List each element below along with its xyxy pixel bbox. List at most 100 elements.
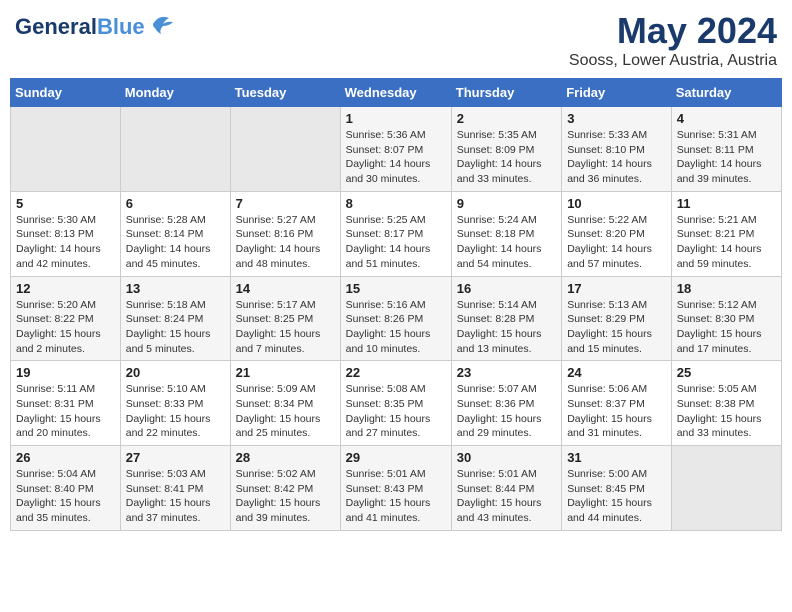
calendar-cell: 1 Sunrise: 5:36 AMSunset: 8:07 PMDaylight… — [340, 107, 451, 192]
day-info: Sunrise: 5:24 AMSunset: 8:18 PMDaylight:… — [457, 213, 556, 272]
logo-general: General — [15, 14, 97, 39]
calendar-week-2: 5Sunrise: 5:30 AMSunset: 8:13 PMDaylight… — [11, 191, 782, 276]
weekday-tuesday: Tuesday — [230, 79, 340, 107]
day-info: Sunrise: 5:36 AMSunset: 8:07 PMDaylight:… — [346, 128, 446, 187]
day-info: Sunrise: 5:21 AMSunset: 8:21 PMDaylight:… — [677, 213, 776, 272]
day-info: Sunrise: 5:27 AMSunset: 8:16 PMDaylight:… — [236, 213, 335, 272]
calendar-cell — [11, 107, 121, 192]
calendar-cell: 19 Sunrise: 5:11 AMSunset: 8:31 PMDayligh… — [11, 361, 121, 446]
logo-bird-icon — [149, 10, 177, 44]
weekday-friday: Friday — [562, 79, 672, 107]
calendar-cell: 14Sunrise: 5:17 AMSunset: 8:25 PMDayligh… — [230, 276, 340, 361]
calendar-cell: 27 Sunrise: 5:03 AMSunset: 8:41 PMDayligh… — [120, 446, 230, 531]
day-info: Sunrise: 5:18 AMSunset: 8:24 PMDaylight:… — [126, 298, 225, 357]
day-info: Sunrise: 5:05 AMSunset: 8:38 PMDaylight:… — [677, 382, 776, 441]
calendar-cell: 13Sunrise: 5:18 AMSunset: 8:24 PMDayligh… — [120, 276, 230, 361]
day-info: Sunrise: 5:16 AMSunset: 8:26 PMDaylight:… — [346, 298, 446, 357]
calendar-table: SundayMondayTuesdayWednesdayThursdayFrid… — [10, 78, 782, 531]
calendar-cell: 18 Sunrise: 5:12 AMSunset: 8:30 PMDayligh… — [671, 276, 781, 361]
calendar-cell: 4 Sunrise: 5:31 AMSunset: 8:11 PMDaylight… — [671, 107, 781, 192]
day-info: Sunrise: 5:33 AMSunset: 8:10 PMDaylight:… — [567, 128, 666, 187]
calendar-week-1: 1 Sunrise: 5:36 AMSunset: 8:07 PMDaylight… — [11, 107, 782, 192]
day-info: Sunrise: 5:22 AMSunset: 8:20 PMDaylight:… — [567, 213, 666, 272]
calendar-cell — [120, 107, 230, 192]
weekday-saturday: Saturday — [671, 79, 781, 107]
day-number: 10 — [567, 196, 666, 211]
day-number: 6 — [126, 196, 225, 211]
logo-blue: Blue — [97, 14, 145, 39]
calendar-cell — [230, 107, 340, 192]
weekday-header-row: SundayMondayTuesdayWednesdayThursdayFrid… — [11, 79, 782, 107]
day-info: Sunrise: 5:03 AMSunset: 8:41 PMDaylight:… — [126, 467, 225, 526]
day-info: Sunrise: 5:09 AMSunset: 8:34 PMDaylight:… — [236, 382, 335, 441]
day-number: 3 — [567, 111, 666, 126]
day-info: Sunrise: 5:06 AMSunset: 8:37 PMDaylight:… — [567, 382, 666, 441]
calendar-cell: 29Sunrise: 5:01 AMSunset: 8:43 PMDayligh… — [340, 446, 451, 531]
calendar-body: 1 Sunrise: 5:36 AMSunset: 8:07 PMDaylight… — [11, 107, 782, 531]
day-number: 20 — [126, 365, 225, 380]
day-info: Sunrise: 5:14 AMSunset: 8:28 PMDaylight:… — [457, 298, 556, 357]
day-info: Sunrise: 5:12 AMSunset: 8:30 PMDaylight:… — [677, 298, 776, 357]
day-info: Sunrise: 5:02 AMSunset: 8:42 PMDaylight:… — [236, 467, 335, 526]
calendar-cell: 16 Sunrise: 5:14 AMSunset: 8:28 PMDayligh… — [451, 276, 561, 361]
calendar-week-4: 19 Sunrise: 5:11 AMSunset: 8:31 PMDayligh… — [11, 361, 782, 446]
day-number: 9 — [457, 196, 556, 211]
title-block: May 2024 Sooss, Lower Austria, Austria — [569, 10, 777, 70]
calendar-cell: 11 Sunrise: 5:21 AMSunset: 8:21 PMDayligh… — [671, 191, 781, 276]
calendar-cell: 6 Sunrise: 5:28 AMSunset: 8:14 PMDaylight… — [120, 191, 230, 276]
calendar-cell: 5Sunrise: 5:30 AMSunset: 8:13 PMDaylight… — [11, 191, 121, 276]
calendar-cell: 30Sunrise: 5:01 AMSunset: 8:44 PMDayligh… — [451, 446, 561, 531]
day-info: Sunrise: 5:04 AMSunset: 8:40 PMDaylight:… — [16, 467, 115, 526]
calendar-cell: 25 Sunrise: 5:05 AMSunset: 8:38 PMDayligh… — [671, 361, 781, 446]
calendar-cell: 8 Sunrise: 5:25 AMSunset: 8:17 PMDaylight… — [340, 191, 451, 276]
day-number: 24 — [567, 365, 666, 380]
calendar-week-3: 12Sunrise: 5:20 AMSunset: 8:22 PMDayligh… — [11, 276, 782, 361]
calendar-cell: 23Sunrise: 5:07 AMSunset: 8:36 PMDayligh… — [451, 361, 561, 446]
calendar-cell: 7 Sunrise: 5:27 AMSunset: 8:16 PMDaylight… — [230, 191, 340, 276]
day-number: 14 — [236, 281, 335, 296]
day-number: 2 — [457, 111, 556, 126]
calendar-cell: 2Sunrise: 5:35 AMSunset: 8:09 PMDaylight… — [451, 107, 561, 192]
day-number: 28 — [236, 450, 335, 465]
day-info: Sunrise: 5:28 AMSunset: 8:14 PMDaylight:… — [126, 213, 225, 272]
day-info: Sunrise: 5:13 AMSunset: 8:29 PMDaylight:… — [567, 298, 666, 357]
day-number: 25 — [677, 365, 776, 380]
day-info: Sunrise: 5:31 AMSunset: 8:11 PMDaylight:… — [677, 128, 776, 187]
day-number: 19 — [16, 365, 115, 380]
day-number: 27 — [126, 450, 225, 465]
calendar-cell: 21 Sunrise: 5:09 AMSunset: 8:34 PMDayligh… — [230, 361, 340, 446]
logo: GeneralBlue — [15, 10, 177, 44]
calendar-cell: 12Sunrise: 5:20 AMSunset: 8:22 PMDayligh… — [11, 276, 121, 361]
day-number: 26 — [16, 450, 115, 465]
calendar-cell: 9 Sunrise: 5:24 AMSunset: 8:18 PMDaylight… — [451, 191, 561, 276]
calendar-cell: 17Sunrise: 5:13 AMSunset: 8:29 PMDayligh… — [562, 276, 672, 361]
day-number: 18 — [677, 281, 776, 296]
day-number: 22 — [346, 365, 446, 380]
calendar-cell: 10 Sunrise: 5:22 AMSunset: 8:20 PMDayligh… — [562, 191, 672, 276]
month-title: May 2024 — [569, 10, 777, 52]
weekday-monday: Monday — [120, 79, 230, 107]
day-number: 5 — [16, 196, 115, 211]
location-title: Sooss, Lower Austria, Austria — [569, 52, 777, 70]
day-number: 1 — [346, 111, 446, 126]
day-number: 15 — [346, 281, 446, 296]
day-info: Sunrise: 5:07 AMSunset: 8:36 PMDaylight:… — [457, 382, 556, 441]
day-info: Sunrise: 5:25 AMSunset: 8:17 PMDaylight:… — [346, 213, 446, 272]
day-info: Sunrise: 5:01 AMSunset: 8:43 PMDaylight:… — [346, 467, 446, 526]
calendar-cell: 15 Sunrise: 5:16 AMSunset: 8:26 PMDayligh… — [340, 276, 451, 361]
calendar-cell: 24 Sunrise: 5:06 AMSunset: 8:37 PMDayligh… — [562, 361, 672, 446]
weekday-sunday: Sunday — [11, 79, 121, 107]
day-number: 30 — [457, 450, 556, 465]
day-number: 16 — [457, 281, 556, 296]
page-header: GeneralBlue May 2024 Sooss, Lower Austri… — [10, 10, 782, 70]
day-number: 4 — [677, 111, 776, 126]
calendar-cell: 22Sunrise: 5:08 AMSunset: 8:35 PMDayligh… — [340, 361, 451, 446]
day-number: 7 — [236, 196, 335, 211]
day-number: 11 — [677, 196, 776, 211]
day-number: 21 — [236, 365, 335, 380]
day-number: 8 — [346, 196, 446, 211]
calendar-cell: 28 Sunrise: 5:02 AMSunset: 8:42 PMDayligh… — [230, 446, 340, 531]
day-info: Sunrise: 5:11 AMSunset: 8:31 PMDaylight:… — [16, 382, 115, 441]
calendar-cell: 20Sunrise: 5:10 AMSunset: 8:33 PMDayligh… — [120, 361, 230, 446]
weekday-wednesday: Wednesday — [340, 79, 451, 107]
